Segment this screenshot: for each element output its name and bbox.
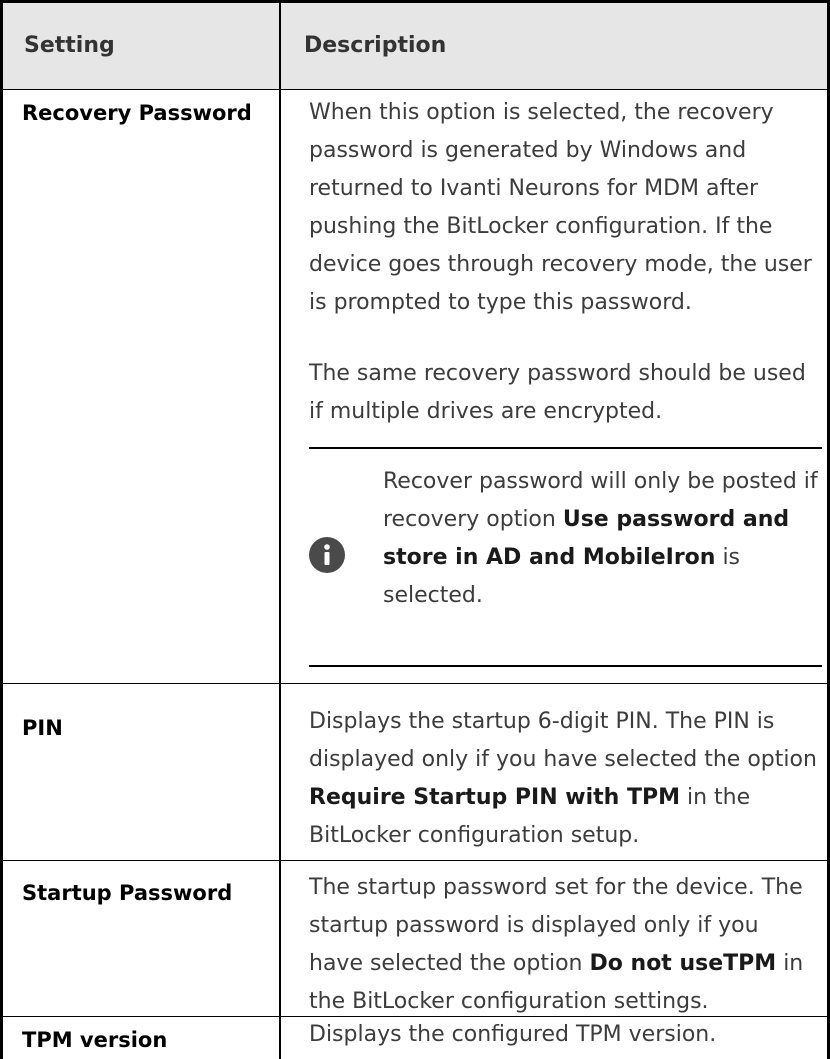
desc-recovery-password-p1: When this option is selected, the recove… bbox=[309, 100, 812, 315]
table-header: Setting Description bbox=[3, 3, 827, 90]
note-box: Recover password will only be posted if … bbox=[309, 447, 822, 667]
desc-startup-password: The startup password set for the device.… bbox=[309, 875, 804, 1014]
desc-startup-password-bold: Do not useTPM bbox=[589, 951, 777, 976]
setting-tpm-version: TPM version bbox=[22, 1028, 168, 1052]
desc-tpm-version: Displays the configured TPM version. bbox=[309, 1022, 717, 1047]
desc-recovery-password-p2: The same recovery password should be use… bbox=[309, 361, 806, 424]
setting-startup-password: Startup Password bbox=[22, 881, 233, 905]
settings-table: Setting Description Recovery Password Wh… bbox=[0, 0, 830, 1059]
column-divider bbox=[279, 0, 281, 1059]
note-text: Recover password will only be posted if … bbox=[383, 469, 818, 608]
header-setting: Setting bbox=[24, 33, 115, 58]
row-divider bbox=[3, 683, 827, 684]
table-border-left bbox=[0, 0, 3, 1059]
desc-pin: Displays the startup 6-digit PIN. The PI… bbox=[309, 709, 817, 848]
setting-pin: PIN bbox=[22, 716, 63, 740]
row-divider bbox=[3, 860, 827, 861]
setting-recovery-password: Recovery Password bbox=[22, 101, 252, 125]
desc-pin-bold: Require Startup PIN with TPM bbox=[309, 785, 680, 810]
header-description: Description bbox=[304, 33, 447, 58]
info-icon bbox=[309, 537, 345, 573]
